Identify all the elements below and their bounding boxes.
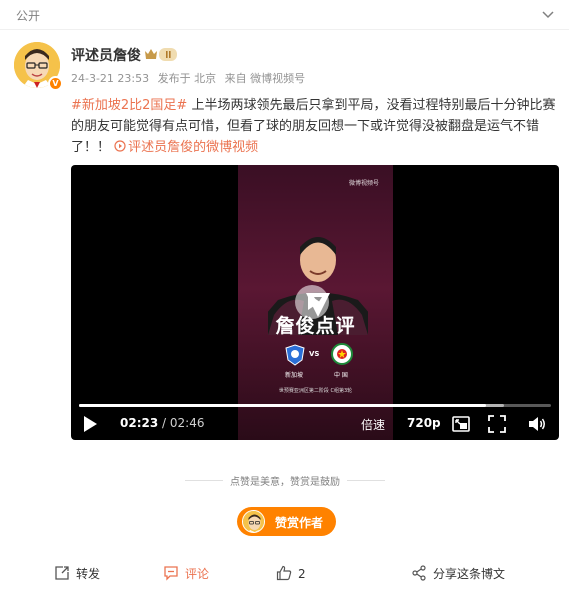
divider-line-right — [347, 480, 385, 481]
match-teams: VS 新加坡 中 国 — [238, 342, 393, 382]
video-source-label: 评述员詹俊的微博视频 — [128, 140, 259, 155]
post-location: 发布于 北京 — [157, 72, 217, 85]
progress-bar[interactable] — [79, 404, 551, 407]
verified-badge-icon: V — [48, 76, 63, 91]
post-time[interactable]: 24-3-21 23:53 — [71, 72, 149, 85]
china-crest-icon — [331, 343, 353, 365]
time-separator: / — [162, 416, 167, 430]
volume-icon[interactable] — [527, 414, 547, 434]
repost-label: 转发 — [76, 567, 101, 581]
share-label: 分享这条博文 — [433, 567, 506, 581]
video-player[interactable]: 微博视频号 詹俊点评 VS 新加坡 中 国 世预赛亚洲区第二阶段 C组第3轮 0… — [71, 165, 559, 440]
repost-icon — [55, 566, 69, 580]
visibility-label: 公开 — [16, 9, 41, 23]
share-button[interactable]: 分享这条博文 — [411, 565, 505, 585]
avatar-cartoon-icon — [243, 511, 264, 532]
video-controls: 02:23 / 02:46 倍速 720p — [71, 400, 559, 440]
reward-slogan: 点赞是美意，赞赏是鼓励 — [185, 472, 385, 488]
reward-author-button[interactable]: 赞赏作者 — [237, 507, 336, 536]
quality-button[interactable]: 720p — [407, 416, 441, 430]
post-source: 来自 微博视频号 — [224, 72, 306, 85]
vs-label: VS — [309, 350, 320, 358]
comment-label: 评论 — [185, 567, 210, 581]
post-header-bar: 公开 — [0, 0, 569, 30]
current-time: 02:23 — [120, 416, 159, 430]
share-icon — [412, 565, 426, 581]
progress-played — [79, 404, 486, 407]
video-source-link[interactable]: 评述员詹俊的微博视频 — [114, 140, 258, 155]
thumbs-up-icon — [276, 565, 292, 581]
team-a-name: 新加坡 — [285, 372, 304, 379]
picture-in-picture-icon[interactable] — [451, 414, 471, 434]
chevron-down-icon[interactable] — [539, 5, 557, 23]
poster-subtitle: 世预赛亚洲区第二阶段 C组第3轮 — [278, 388, 353, 394]
reward-button-label: 赞赏作者 — [275, 516, 324, 530]
like-count: 2 — [298, 567, 306, 581]
repost-button[interactable]: 转发 — [54, 565, 100, 585]
singapore-crest-icon — [285, 344, 305, 366]
comment-icon — [164, 566, 178, 581]
team-b-name: 中 国 — [334, 372, 348, 379]
member-crown-icon[interactable] — [144, 47, 178, 62]
hashtag-link[interactable]: #新加坡2比2国足# — [71, 98, 187, 113]
video-link-icon — [114, 140, 126, 152]
post-body: #新加坡2比2国足# 上半场两球领先最后只拿到平局，没看过程特别最后十分钟比赛的… — [71, 95, 559, 158]
action-bar: 转发 评论 2 分享这条博文 — [0, 560, 569, 590]
poster-title: 詹俊点评 — [275, 315, 356, 337]
poster-brand: 微博视频号 — [348, 180, 379, 187]
play-icon[interactable] — [81, 415, 99, 433]
like-button[interactable]: 2 — [276, 565, 306, 585]
speed-button[interactable]: 倍速 — [361, 416, 385, 433]
duration: 02:46 — [169, 416, 205, 430]
fullscreen-icon[interactable] — [487, 414, 507, 434]
video-poster: 微博视频号 詹俊点评 VS 新加坡 中 国 世预赛亚洲区第二阶段 C组第3轮 — [238, 165, 393, 440]
reward-avatar — [242, 510, 265, 533]
author-name[interactable]: 评述员詹俊 — [71, 45, 141, 65]
time-display: 02:23 / 02:46 — [120, 416, 205, 430]
post-meta: 24-3-21 23:53 发布于 北京 来自 微博视频号 — [71, 70, 310, 86]
comment-button[interactable]: 评论 — [163, 565, 209, 585]
